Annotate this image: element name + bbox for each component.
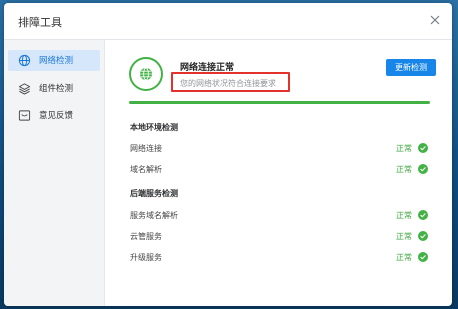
check-row-status: 正常 [396, 253, 412, 262]
sidebar-item-feedback[interactable]: 意见反馈 [8, 105, 100, 126]
check-row: 服务域名解析 正常 [130, 210, 430, 222]
check-circle-icon [418, 231, 428, 241]
sidebar-item-label: 意见反馈 [39, 111, 74, 121]
globe-icon [140, 67, 152, 81]
progress-bar [129, 101, 430, 104]
check-circle-icon [418, 164, 428, 174]
check-row-status: 正常 [396, 144, 412, 153]
highlight-annotation [171, 72, 290, 92]
sidebar-item-label: 组件检测 [39, 84, 74, 94]
sidebar: 网络检测 组件检测 意见反馈 [4, 40, 105, 306]
check-circle-icon [418, 143, 428, 153]
check-circle-icon [418, 210, 428, 220]
section-title-backend: 后端服务检测 [130, 189, 178, 198]
check-row-label: 升级服务 [130, 253, 162, 262]
globe-icon [18, 54, 31, 67]
check-row: 云管服务 正常 [130, 231, 430, 243]
sidebar-item-network-check[interactable]: 网络检测 [8, 50, 100, 71]
dialog-title: 排障工具 [18, 16, 62, 29]
check-row-label: 域名解析 [130, 165, 162, 174]
sidebar-item-component-check[interactable]: 组件检测 [8, 78, 100, 99]
section-title-local: 本地环境检测 [130, 123, 178, 132]
check-row: 网络连接 正常 [130, 143, 430, 155]
check-row-status: 正常 [396, 232, 412, 241]
check-row-status: 正常 [396, 211, 412, 220]
close-icon[interactable] [428, 13, 442, 27]
check-circle-icon [418, 252, 428, 262]
network-check-panel: 网络连接正常 您的网络状况符合连接要求 更新检测 本地环境检测 网络连接 正常 … [105, 40, 452, 306]
status-indicator [129, 57, 163, 91]
check-row-label: 云管服务 [130, 232, 162, 241]
sidebar-item-label: 网络检测 [39, 56, 74, 66]
check-row: 域名解析 正常 [130, 164, 430, 176]
check-row: 升级服务 正常 [130, 252, 430, 264]
layers-icon [18, 83, 31, 95]
dialog-titlebar: 排障工具 [4, 3, 452, 40]
check-row-label: 服务域名解析 [130, 211, 178, 220]
feedback-icon [18, 110, 31, 121]
progress-fill [129, 101, 430, 104]
check-row-label: 网络连接 [130, 144, 162, 153]
check-row-status: 正常 [396, 165, 412, 174]
recheck-button[interactable]: 更新检测 [386, 59, 436, 76]
troubleshoot-dialog: 排障工具 网络检测 组件检测 意见反馈 网络连接正常 您的网络状况符合连接要求 … [4, 3, 452, 306]
